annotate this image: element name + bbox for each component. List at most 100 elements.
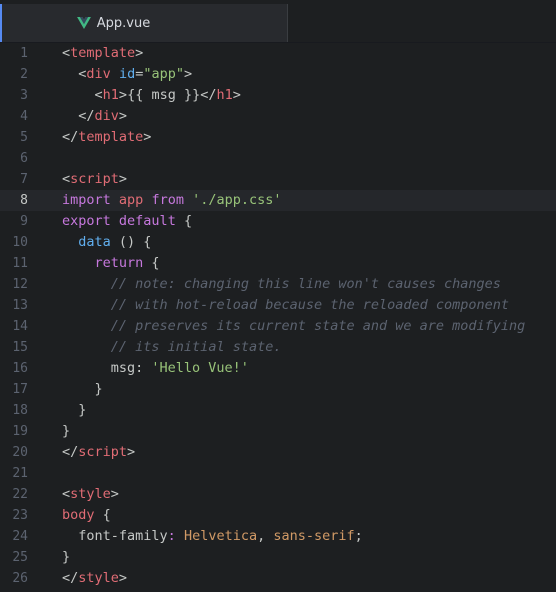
code-token: data [78,234,111,250]
line-number: 6 [20,151,28,166]
active-tab-indicator [0,4,2,42]
line-number: 21 [12,466,28,481]
code-token: : [167,528,176,544]
code-token: } [62,423,71,439]
code-token: template [70,45,136,61]
code-token: script [70,171,119,187]
line-number: 12 [12,277,28,292]
code-token: > [118,171,128,187]
code-token: { [143,255,160,271]
tab-app-vue[interactable]: App.vue [0,4,288,42]
code-token: script [78,444,128,460]
code-token: { [94,507,111,523]
code-token: > [135,45,144,61]
code-token: div [94,108,119,124]
code-line[interactable]: </div> [62,106,127,127]
code-token: // preserves its current state and we ar… [110,318,526,334]
code-token: > [118,87,128,103]
code-line[interactable]: </style> [62,568,127,589]
line-number: 10 [12,235,28,250]
code-line[interactable]: msg: 'Hello Vue!' [62,358,249,379]
code-token: {{ msg }} [127,87,201,103]
code-line[interactable]: } [62,421,70,442]
line-number: 4 [20,109,28,124]
code-line[interactable]: // its initial state. [62,337,282,358]
line-number: 24 [12,529,28,544]
code-token: ; [354,528,363,544]
code-token: default [118,213,176,229]
code-token: body [62,507,95,523]
code-token: } [62,549,71,565]
code-line[interactable]: return { [62,253,160,274]
line-number: 14 [12,319,28,334]
code-line[interactable]: // preserves its current state and we ar… [62,316,526,337]
code-token: < [62,45,71,61]
code-line[interactable]: <script> [62,169,127,190]
line-number: 22 [12,487,28,502]
code-token: import [62,192,111,208]
line-number: 9 [20,214,28,229]
code-token: < [62,486,71,502]
line-number: 11 [12,256,28,271]
code-line[interactable]: <template> [62,43,143,64]
code-token: // with hot-reload because the reloaded … [110,297,510,313]
code-token: 'Hello Vue!' [151,360,249,376]
line-number: 25 [12,550,28,565]
code-token: app [118,192,144,208]
code-line[interactable]: <h1>{{ msg }}</h1> [62,85,241,106]
code-token: h1 [216,87,233,103]
code-token: div [86,66,111,82]
code-editor[interactable]: App.vue 1 <template> 2 <div id="app"> 3 <h1… [0,0,556,592]
code-token: </ [62,444,79,460]
code-line[interactable]: } [62,400,86,421]
code-token: () { [110,234,152,250]
line-number: 18 [12,403,28,418]
code-line[interactable]: <div id="app"> [62,64,192,85]
code-line[interactable]: } [62,547,70,568]
code-line[interactable]: // with hot-reload because the reloaded … [62,295,509,316]
code-line[interactable]: body { [62,505,111,526]
code-line[interactable]: </script> [62,442,135,463]
code-token: template [78,129,144,145]
code-token: < [94,87,103,103]
code-token: </ [62,570,79,586]
code-token: export [62,213,111,229]
line-number: 15 [12,340,28,355]
code-line[interactable]: data () { [62,232,151,253]
code-token: > [110,486,119,502]
code-token: , [257,528,274,544]
line-number: 8 [20,193,28,208]
line-number: 16 [12,361,28,376]
code-token: { [175,213,193,229]
vue-logo-icon [76,17,91,29]
line-number: 7 [20,172,28,187]
code-line[interactable]: font-family: Helvetica, sans-serif; [62,526,363,547]
code-token: </ [200,87,217,103]
code-line[interactable]: </template> [62,127,151,148]
code-line[interactable]: <style> [62,484,119,505]
tab-content: App.vue [76,16,150,31]
code-line[interactable]: } [62,379,103,400]
line-number: 3 [20,88,28,103]
code-token: return [94,255,144,271]
code-line[interactable]: // note: changing this line won't causes… [62,274,501,295]
line-number: 19 [12,424,28,439]
line-number: 23 [12,508,28,523]
code-line[interactable]: import app from './app.css' [62,190,282,211]
code-line[interactable]: export default { [62,211,192,232]
code-token: > [183,66,193,82]
code-token: from [151,192,184,208]
code-token: > [232,87,241,103]
line-number: 13 [12,298,28,313]
code-token: font-family [62,528,168,544]
line-number: 17 [12,382,28,397]
